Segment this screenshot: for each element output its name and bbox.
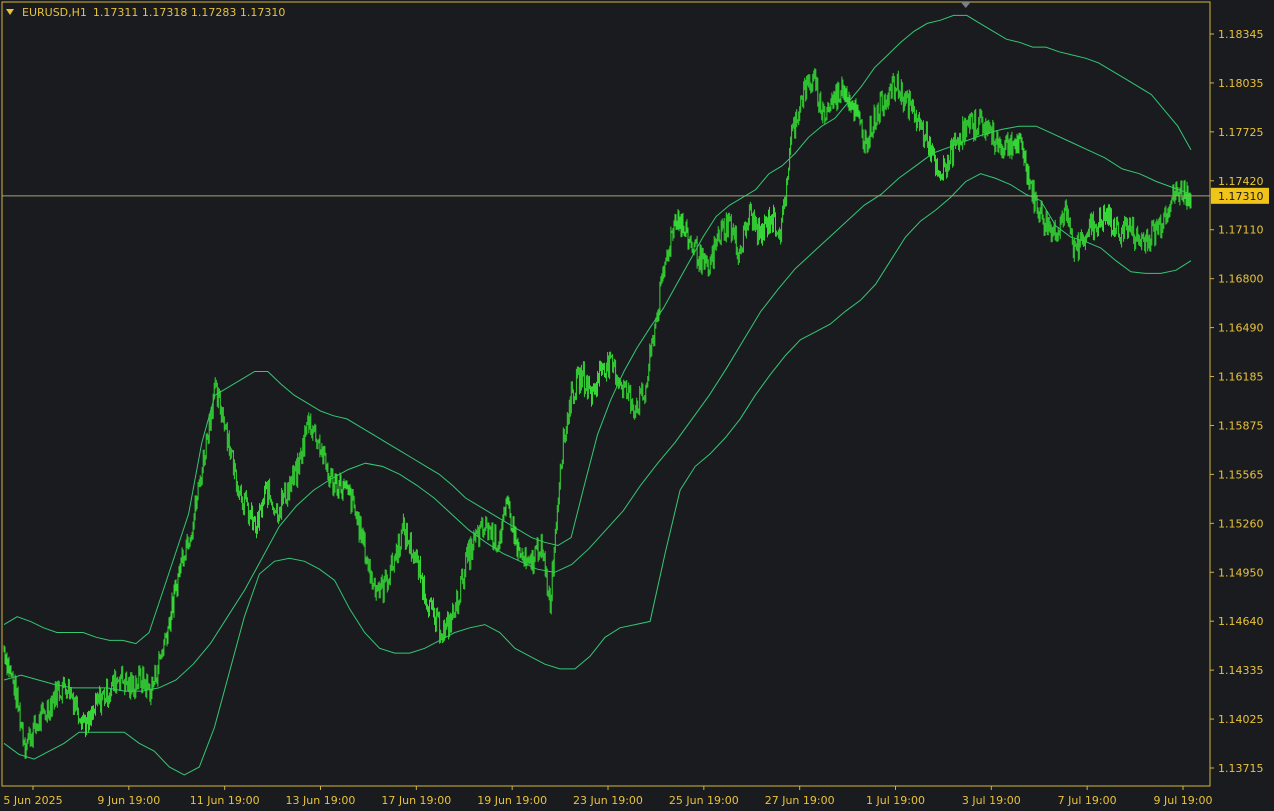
y-tick-label: 1.13715 [1218,762,1264,775]
y-tick-label: 1.15565 [1218,468,1264,481]
x-tick-label: 3 Jul 19:00 [962,794,1021,807]
scroll-marker-icon [960,2,971,8]
price-chart[interactable]: 1.17310 1.18345 1.18035 1.17725 1.17420 1.17… [0,0,1274,811]
chart-axes [1,1,1211,787]
x-tick-label: 13 Jun 19:00 [286,794,356,807]
x-axis-ticks: 5 Jun 2025 9 Jun 19:00 11 Jun 19:00 13 Jun … [3,786,1212,807]
price-series [3,68,1192,759]
y-tick-label: 1.14025 [1218,713,1264,726]
x-tick-label: 9 Jun 19:00 [97,794,160,807]
y-tick-label: 1.16800 [1218,273,1264,286]
x-tick-label: 11 Jun 19:00 [190,794,260,807]
y-axis-ticks: 1.18345 1.18035 1.17725 1.17420 1.17110 1.168… [1210,28,1264,775]
chart-window[interactable]: 1.17310 1.18345 1.18035 1.17725 1.17420 1.17… [0,0,1274,811]
y-tick-label: 1.16490 [1218,322,1264,335]
symbol-label: EURUSD,H1 [22,5,87,19]
x-tick-label: 19 Jun 19:00 [477,794,547,807]
y-tick-label: 1.14950 [1218,566,1264,579]
x-tick-label: 27 Jun 19:00 [765,794,835,807]
y-tick-label: 1.16185 [1218,371,1264,384]
x-tick-label: 23 Jun 19:00 [573,794,643,807]
y-tick-label: 1.15260 [1218,517,1264,530]
current-price-label: 1.17310 [1218,190,1264,203]
y-tick-label: 1.14640 [1218,615,1264,628]
quote-values: 1.17311 1.17318 1.17283 1.17310 [92,5,286,19]
band-middle-line [3,125,1192,692]
x-tick-label: 25 Jun 19:00 [669,794,739,807]
y-tick-label: 1.17725 [1218,126,1264,139]
dropdown-triangle-icon[interactable] [6,9,14,15]
y-tick-label: 1.14335 [1218,664,1264,677]
y-tick-label: 1.17420 [1218,175,1264,188]
plot-frame [1,1,1211,787]
x-tick-label: 17 Jun 19:00 [381,794,451,807]
band-lower-line [3,173,1192,776]
x-tick-label: 7 Jul 19:00 [1058,794,1117,807]
y-tick-label: 1.15875 [1218,419,1264,432]
y-tick-label: 1.18035 [1218,77,1264,90]
y-tick-label: 1.17110 [1218,224,1264,237]
chart-header: EURUSD,H1 1.17311 1.17318 1.17283 1.1731… [6,4,285,20]
current-price-marker: 1.17310 [2,187,1269,204]
x-tick-label: 1 Jul 19:00 [866,794,925,807]
x-tick-label: 9 Jul 19:00 [1154,794,1213,807]
x-tick-label: 5 Jun 2025 [3,794,62,807]
y-tick-label: 1.18345 [1218,28,1264,41]
